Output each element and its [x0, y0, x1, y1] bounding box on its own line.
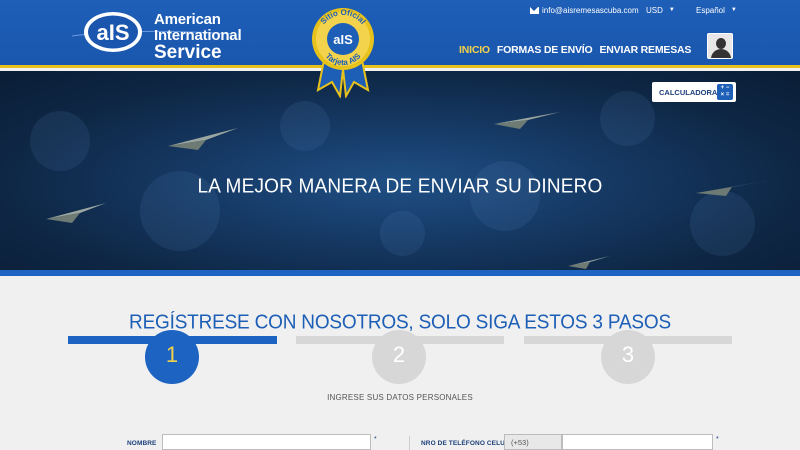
step-1-indicator: 1	[145, 330, 199, 384]
main-nav: INICIO FORMAS DE ENVÍO ENVIAR REMESAS	[459, 44, 691, 56]
bokeh-light	[280, 101, 330, 151]
hero-title: LA MEJOR MANERA DE ENVIAR SU DINERO	[197, 175, 603, 198]
bokeh-light	[30, 111, 90, 171]
chevron-down-icon: ▼	[730, 7, 737, 13]
language-select[interactable]: Español ▼	[696, 4, 737, 16]
bokeh-light	[690, 191, 755, 256]
phone-required-mark: *	[716, 436, 719, 443]
name-input[interactable]	[162, 434, 371, 450]
hero-bottom-stripe	[0, 270, 800, 276]
nav-item-inicio[interactable]: INICIO	[459, 44, 490, 56]
calculator-button[interactable]: CALCULADORA + − × =	[652, 82, 736, 102]
money-plane-illustration	[46, 203, 106, 223]
personal-data-heading: INGRESE SUS DATOS PERSONALES	[327, 393, 473, 402]
ais-logo[interactable]: aIS American International Service	[72, 6, 242, 62]
avatar-body	[711, 49, 731, 58]
calculator-label: CALCULADORA	[659, 87, 718, 97]
logo-wordmark: American International Service	[154, 11, 242, 63]
money-plane-illustration	[494, 112, 560, 129]
nav-item-enviar-remesas[interactable]: ENVIAR REMESAS	[599, 44, 691, 56]
bokeh-light	[600, 91, 655, 146]
bokeh-light	[380, 211, 425, 256]
envelope-icon	[530, 6, 539, 14]
ais-logo-mark: aIS	[84, 12, 142, 52]
form-divider	[409, 436, 410, 450]
money-plane-illustration	[168, 128, 238, 150]
logo-line-2: International	[154, 27, 242, 44]
phone-prefix: (+53)	[504, 434, 562, 450]
site-header: aIS American International Service info@…	[0, 0, 800, 68]
currency-value: USD	[646, 5, 663, 15]
badge-mark: aIS	[333, 32, 353, 47]
avatar-head	[716, 38, 726, 49]
name-required-mark: *	[374, 436, 377, 443]
name-label: NOMBRE	[127, 440, 157, 447]
money-plane-illustration	[568, 256, 610, 269]
language-value: Español	[696, 5, 725, 15]
nav-item-formas-de-envio[interactable]: FORMAS DE ENVÍO	[497, 44, 593, 56]
phone-input[interactable]	[562, 434, 713, 450]
chevron-down-icon: ▼	[668, 7, 675, 13]
contact-email[interactable]: info@aisremesascuba.com	[530, 4, 639, 16]
currency-select[interactable]: USD ▼	[646, 4, 675, 16]
calculator-icon: + − × =	[717, 84, 733, 100]
logo-line-1: American	[154, 11, 221, 28]
step-3-indicator: 3	[601, 330, 655, 384]
user-avatar-icon[interactable]	[707, 33, 733, 59]
logo-line-3: Service	[154, 42, 222, 63]
step-2-indicator: 2	[372, 330, 426, 384]
logo-mark-text: aIS	[96, 20, 129, 45]
official-site-badge: Sitio Oficial Tarjeta AIS aIS	[312, 8, 374, 98]
contact-email-text: info@aisremesascuba.com	[542, 5, 639, 15]
